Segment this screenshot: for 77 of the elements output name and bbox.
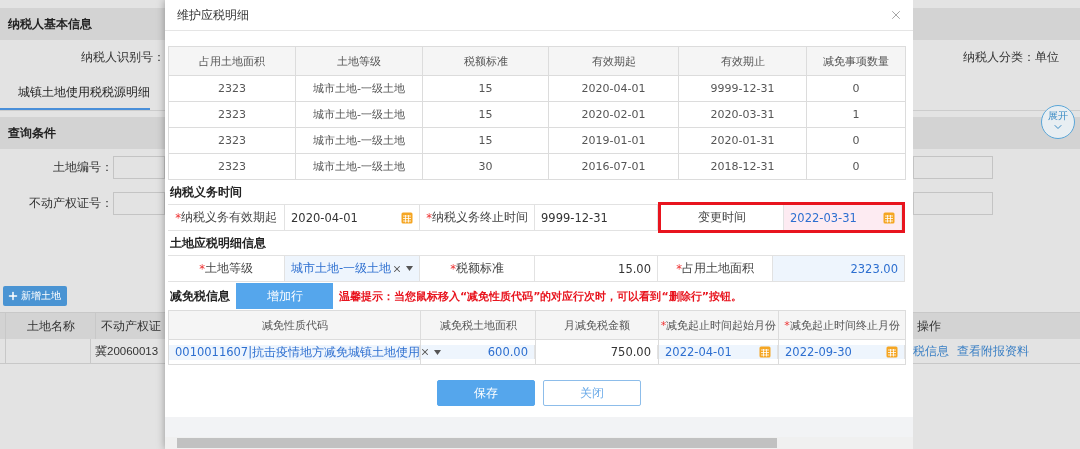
- column-header: 有效期起: [548, 46, 679, 76]
- field-label: 纳税人分类：单位: [963, 49, 1059, 66]
- field-label: 不动产权证号：: [29, 194, 113, 212]
- column-header: 税额标准: [422, 46, 549, 76]
- column-header: 占用土地面积: [168, 46, 296, 76]
- calendar-icon[interactable]: [759, 346, 771, 358]
- table-cell: 0: [806, 75, 906, 102]
- tip-text: 温馨提示：当您鼠标移入“减免性质代码”的对应行次时，可以看到“删除行”按钮。: [339, 288, 742, 304]
- table-cell: 2323: [168, 127, 296, 154]
- action-link[interactable]: 税信息: [913, 342, 949, 360]
- action-link[interactable]: 查看附报资料: [957, 342, 1029, 360]
- table-cell: 15: [422, 101, 549, 128]
- table-cell: 9999-12-31: [678, 75, 807, 102]
- dropdown-icon[interactable]: [434, 349, 442, 355]
- input-field[interactable]: [913, 191, 993, 215]
- value-field[interactable]: 600.00: [421, 345, 535, 359]
- input-field[interactable]: [913, 155, 993, 179]
- dropdown-icon[interactable]: [406, 266, 413, 271]
- calendar-icon[interactable]: [886, 346, 898, 358]
- table-cell: 2323: [168, 75, 296, 102]
- column-header: *减免起止时间终止月份: [778, 310, 906, 340]
- calendar-icon[interactable]: [883, 211, 895, 224]
- clear-icon[interactable]: [392, 263, 402, 274]
- section-title: 查询条件: [8, 124, 56, 142]
- table-cell: 15: [422, 127, 549, 154]
- add-land-button[interactable]: 新增土地: [3, 286, 67, 306]
- table-cell: 0: [806, 153, 906, 180]
- input-field[interactable]: [113, 155, 165, 179]
- table-cell: 城市土地-一级土地: [295, 127, 423, 154]
- column-header: 土地名称: [5, 313, 95, 339]
- column-header: 有效期止: [678, 46, 807, 76]
- date-field[interactable]: 2022-09-30: [779, 345, 905, 359]
- table-cell: 30: [422, 153, 549, 180]
- save-button[interactable]: 保存: [437, 380, 535, 406]
- close-icon[interactable]: [889, 8, 903, 22]
- table-cell: 15: [422, 75, 549, 102]
- section-title: 土地应税明细信息: [170, 234, 266, 252]
- table-cell: 1: [806, 101, 906, 128]
- add-row-button[interactable]: 增加行: [236, 283, 333, 309]
- scrollbar-thumb[interactable]: [177, 438, 777, 448]
- table-cell: 城市土地-一级土地: [295, 153, 423, 180]
- table-cell: 2020-03-31: [678, 101, 807, 128]
- column-header: 减免性质代码: [168, 310, 421, 340]
- table-cell: 2020-02-01: [548, 101, 679, 128]
- expand-button[interactable]: 展开: [1041, 105, 1075, 139]
- table-cell: 2323: [168, 101, 296, 128]
- field-label: 纳税人识别号：: [81, 49, 165, 66]
- column-header: *减免起止时间起始月份: [658, 310, 779, 340]
- column-header: 土地等级: [295, 46, 423, 76]
- field-label: 土地编号：: [53, 158, 113, 176]
- tab[interactable]: 城镇土地使用税税源明细: [0, 77, 150, 110]
- select-field[interactable]: 城市土地-一级土地: [285, 256, 420, 281]
- date-field[interactable]: 2022-03-31: [784, 205, 902, 230]
- input-field[interactable]: [113, 191, 165, 215]
- close-button[interactable]: 关闭: [543, 380, 641, 406]
- calendar-icon[interactable]: [401, 211, 413, 224]
- table-cell: 2019-01-01: [548, 127, 679, 154]
- table-cell: 2323: [168, 153, 296, 180]
- value-field[interactable]: 2323.00: [773, 256, 905, 281]
- date-field[interactable]: 2022-04-01: [659, 345, 778, 359]
- table-cell: 城市土地-一级土地: [295, 101, 423, 128]
- column-header: 减免事项数量: [806, 46, 906, 76]
- column-header: 操作: [916, 317, 942, 335]
- section-title: 纳税人基本信息: [8, 15, 92, 33]
- column-header: 减免税土地面积: [420, 310, 536, 340]
- table-cell: 冀20060013: [95, 343, 159, 359]
- table-cell: 0: [806, 127, 906, 154]
- section-title: 减免税信息: [170, 287, 230, 305]
- table-cell: 2020-04-01: [548, 75, 679, 102]
- table-cell: 2018-12-31: [678, 153, 807, 180]
- dialog-title: 维护应税明细: [177, 6, 249, 24]
- table-cell: 2016-07-01: [548, 153, 679, 180]
- plus-icon: [7, 290, 19, 302]
- table-cell: 2020-01-31: [678, 127, 807, 154]
- section-title: 纳税义务时间: [170, 183, 242, 201]
- table-cell: 城市土地-一级土地: [295, 75, 423, 102]
- column-header: 月减免税金额: [535, 310, 659, 340]
